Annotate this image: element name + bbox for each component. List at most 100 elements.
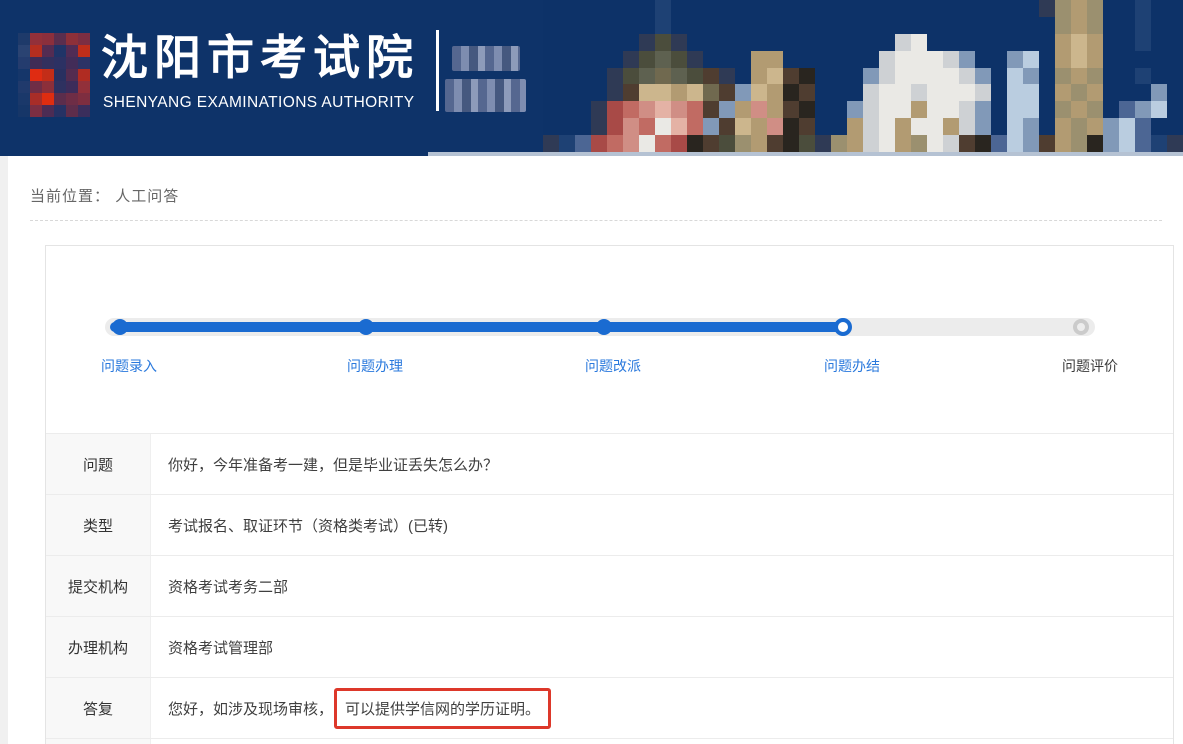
photo-pixel	[1135, 33, 1151, 51]
photo-pixel	[591, 101, 607, 119]
photo-pixel	[927, 135, 943, 152]
photo-pixel	[879, 135, 895, 152]
logo-pixel	[54, 57, 66, 69]
photo-pixel	[1007, 67, 1023, 85]
photo-pixel	[1023, 101, 1039, 119]
photo-pixel	[815, 101, 831, 119]
photo-pixel	[895, 118, 911, 136]
photo-pixel	[543, 84, 559, 102]
row-label: 办理机构	[46, 617, 151, 677]
photo-pixel	[543, 118, 559, 136]
photo-pixel	[575, 16, 591, 34]
photo-pixel	[1055, 67, 1071, 85]
photo-pixel	[1023, 118, 1039, 136]
photo-pixel	[559, 50, 575, 68]
photo-pixel	[671, 67, 687, 85]
photo-pixel	[1135, 50, 1151, 68]
photo-pixel	[719, 33, 735, 51]
photo-pixel	[1151, 135, 1167, 152]
photo-pixel	[1135, 0, 1151, 17]
photo-pixel	[975, 33, 991, 51]
photo-pixel	[863, 0, 879, 17]
photo-pixel	[1087, 135, 1103, 152]
photo-pixel	[1167, 135, 1183, 152]
logo-pixel	[66, 81, 78, 93]
photo-pixel	[735, 33, 751, 51]
photo-pixel	[799, 33, 815, 51]
logo-pixel	[18, 33, 30, 45]
photo-pixel	[895, 67, 911, 85]
logo-pixel	[78, 33, 90, 45]
photo-pixel	[607, 0, 623, 17]
table-row: 问题 你好，今年准备考一建，但是毕业证丢失怎么办？	[46, 434, 1173, 495]
photo-pixel	[959, 33, 975, 51]
row-value: 考试报名、取证环节（资格类考试）(已转)	[168, 517, 448, 535]
photo-pixel	[575, 118, 591, 136]
photo-pixel	[975, 16, 991, 34]
header-underline	[428, 152, 1183, 156]
site-logo	[18, 33, 90, 117]
photo-pixel	[1023, 50, 1039, 68]
photo-pixel	[543, 0, 559, 17]
photo-pixel	[1023, 135, 1039, 152]
photo-pixel	[991, 118, 1007, 136]
photo-pixel	[591, 118, 607, 136]
photo-pixel	[911, 33, 927, 51]
photo-pixel	[1039, 101, 1055, 119]
site-header: 沈阳市考试院 SHENYANG EXAMINATIONS AUTHORITY	[0, 0, 1183, 156]
photo-pixel	[1151, 33, 1167, 51]
logo-pixel	[66, 105, 78, 117]
logo-pixel	[30, 45, 42, 57]
photo-pixel	[639, 16, 655, 34]
photo-pixel	[927, 84, 943, 102]
photo-pixel	[623, 135, 639, 152]
photo-pixel	[607, 16, 623, 34]
photo-pixel	[1103, 135, 1119, 152]
photo-pixel	[607, 101, 623, 119]
photo-pixel	[959, 50, 975, 68]
photo-pixel	[751, 67, 767, 85]
photo-pixel	[767, 16, 783, 34]
photo-pixel	[719, 0, 735, 17]
stepper-progress-bar	[110, 322, 847, 332]
photo-pixel	[671, 101, 687, 119]
photo-pixel	[1007, 0, 1023, 17]
logo-pixel	[66, 57, 78, 69]
photo-pixel	[991, 67, 1007, 85]
photo-pixel	[815, 135, 831, 152]
photo-pixel	[623, 101, 639, 119]
photo-pixel	[1039, 135, 1055, 152]
photo-pixel	[1119, 84, 1135, 102]
photo-pixel	[687, 0, 703, 17]
blurred-text-block	[452, 46, 520, 71]
table-row: 办理机构 资格考试管理部	[46, 617, 1173, 678]
photo-pixel	[767, 84, 783, 102]
photo-pixel	[1103, 16, 1119, 34]
photo-pixel	[895, 84, 911, 102]
row-label	[46, 739, 151, 744]
photo-pixel	[943, 101, 959, 119]
photo-pixel	[847, 33, 863, 51]
photo-pixel	[1039, 50, 1055, 68]
photo-pixel	[1167, 16, 1183, 34]
photo-pixel	[703, 135, 719, 152]
photo-pixel	[767, 101, 783, 119]
photo-pixel	[1151, 101, 1167, 119]
photo-pixel	[1039, 84, 1055, 102]
photo-pixel	[1151, 16, 1167, 34]
page: 沈阳市考试院 SHENYANG EXAMINATIONS AUTHORITY 当…	[0, 0, 1183, 744]
photo-pixel	[879, 0, 895, 17]
blurred-text-block	[445, 79, 526, 112]
photo-pixel	[1135, 101, 1151, 119]
logo-pixel	[42, 69, 54, 81]
photo-pixel	[991, 16, 1007, 34]
photo-pixel	[879, 16, 895, 34]
photo-pixel	[879, 50, 895, 68]
photo-pixel	[703, 67, 719, 85]
photo-pixel	[863, 16, 879, 34]
photo-pixel	[703, 16, 719, 34]
photo-pixel	[1055, 33, 1071, 51]
photo-pixel	[959, 84, 975, 102]
photo-pixel	[1071, 67, 1087, 85]
photo-pixel	[943, 0, 959, 17]
